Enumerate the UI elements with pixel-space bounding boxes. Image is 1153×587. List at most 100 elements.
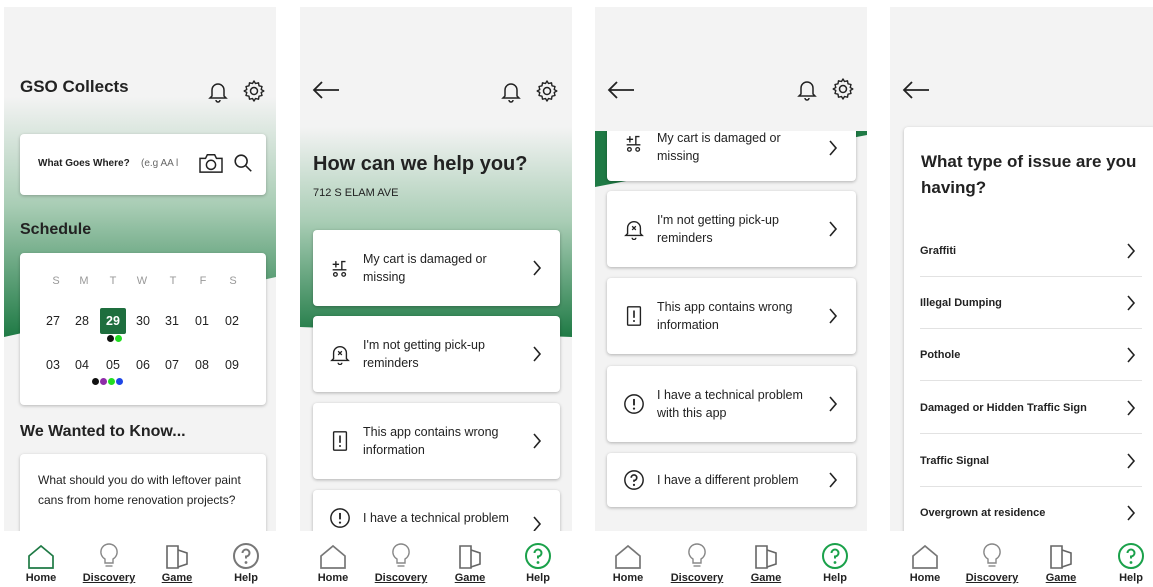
weekday-label: T — [169, 275, 177, 287]
bell-icon[interactable] — [795, 77, 819, 101]
cart-icon — [329, 257, 351, 279]
game-icon — [1048, 544, 1074, 570]
chevron-right-icon — [532, 516, 542, 532]
calendar-day[interactable]: 28 — [70, 314, 94, 328]
help-option-reminders[interactable]: I'm not getting pick-up reminders — [607, 191, 856, 267]
cart-icon — [623, 132, 645, 154]
chevron-right-icon — [1126, 400, 1136, 416]
nav-game[interactable]: Game — [147, 544, 207, 584]
calendar-day[interactable]: 27 — [41, 314, 65, 328]
calendar-day[interactable]: 02 — [220, 314, 244, 328]
help-option-label: I have a different problem — [657, 473, 799, 487]
issue-graffiti[interactable]: Graffiti — [920, 225, 1142, 277]
issue-pothole[interactable]: Pothole — [920, 329, 1142, 381]
nav-home[interactable]: Home — [303, 544, 363, 584]
chevron-right-icon — [828, 221, 838, 237]
calendar-day[interactable]: 31 — [160, 314, 184, 328]
gear-icon[interactable] — [831, 77, 855, 101]
calendar-day[interactable]: 08 — [190, 358, 214, 372]
help-option-label: I have a technical problem — [363, 511, 509, 525]
nav-discovery[interactable]: Discovery — [371, 542, 431, 584]
page-title: What type of issue are you having? — [921, 152, 1137, 197]
nav-discovery-label: Discovery — [670, 572, 724, 584]
header-bar — [595, 7, 867, 131]
nav-game-label: Game — [750, 572, 782, 584]
issue-traffic-sign[interactable]: Damaged or Hidden Traffic Sign — [920, 382, 1142, 434]
nav-help[interactable]: Help — [1101, 542, 1153, 584]
bell-icon[interactable] — [499, 79, 523, 103]
bell-icon[interactable] — [206, 79, 230, 103]
back-arrow-icon[interactable] — [902, 80, 930, 100]
issue-traffic-signal[interactable]: Traffic Signal — [920, 435, 1142, 487]
help-option-technical[interactable]: I have a technical problem with this app — [607, 366, 856, 442]
search-icon[interactable] — [232, 152, 254, 174]
help-option-label: My cart is damaged or missing — [363, 252, 487, 284]
gear-icon[interactable] — [535, 79, 559, 103]
nav-game[interactable]: Game — [1031, 544, 1091, 584]
calendar-day[interactable]: 09 — [220, 358, 244, 372]
screen-issue-type: What type of issue are you having? Graff… — [890, 7, 1153, 587]
calendar-day[interactable]: 30 — [131, 314, 155, 328]
weekday-label: T — [109, 275, 117, 287]
alert-circle-icon — [623, 393, 645, 415]
nav-home[interactable]: Home — [598, 544, 658, 584]
weekday-label: S — [52, 275, 60, 287]
chevron-right-icon — [828, 308, 838, 324]
screen-help: How can we help you? 712 S ELAM AVE My c… — [300, 7, 572, 587]
bottom-nav: Home Discovery Game Help — [890, 531, 1153, 587]
nav-discovery-label: Discovery — [82, 572, 136, 584]
nav-help-label: Help — [1119, 572, 1143, 584]
nav-discovery[interactable]: Discovery — [962, 542, 1022, 584]
help-option-wrong-info[interactable]: This app contains wrong information — [313, 403, 560, 479]
calendar-day-selected[interactable]: 29 — [101, 314, 125, 328]
calendar-day[interactable]: 06 — [131, 358, 155, 372]
nav-help[interactable]: Help — [805, 542, 865, 584]
help-icon — [524, 542, 552, 570]
help-option-reminders[interactable]: I'm not getting pick-up reminders — [313, 316, 560, 392]
nav-discovery[interactable]: Discovery — [79, 542, 139, 584]
nav-home[interactable]: Home — [11, 544, 71, 584]
pickup-dot-black — [92, 378, 99, 385]
issue-illegal-dumping[interactable]: Illegal Dumping — [920, 277, 1142, 329]
issue-label: Illegal Dumping — [920, 296, 1002, 309]
issue-label: Damaged or Hidden Traffic Sign — [920, 401, 1087, 414]
calendar-day[interactable]: 05 — [101, 358, 125, 372]
calendar-day[interactable]: 04 — [70, 358, 94, 372]
alert-circle-icon — [329, 507, 351, 529]
calendar-day[interactable]: 07 — [160, 358, 184, 372]
lightbulb-icon — [980, 542, 1004, 570]
nav-discovery[interactable]: Discovery — [667, 542, 727, 584]
nav-game[interactable]: Game — [440, 544, 500, 584]
help-option-cart[interactable]: My cart is damaged or missing — [313, 230, 560, 306]
screen-help-scrolled: My cart is damaged or missing I'm not ge… — [595, 7, 867, 587]
help-option-wrong-info[interactable]: This app contains wrong information — [607, 278, 856, 354]
nav-help[interactable]: Help — [216, 542, 276, 584]
nav-game[interactable]: Game — [736, 544, 796, 584]
help-icon — [1117, 542, 1145, 570]
help-option-label: I have a technical problem with this app — [657, 388, 803, 420]
chevron-right-icon — [828, 140, 838, 156]
calendar-day[interactable]: 03 — [41, 358, 65, 372]
nav-help-label: Help — [234, 572, 258, 584]
back-arrow-icon[interactable] — [312, 80, 340, 100]
nav-help[interactable]: Help — [508, 542, 568, 584]
issue-label: Overgrown at residence — [920, 507, 1046, 519]
help-icon — [821, 542, 849, 570]
calendar-day[interactable]: 01 — [190, 314, 214, 328]
camera-icon[interactable] — [198, 152, 224, 174]
chevron-right-icon — [1126, 243, 1136, 259]
gear-icon[interactable] — [242, 79, 266, 103]
nav-discovery-label: Discovery — [374, 572, 428, 584]
search-card[interactable]: What Goes Where? (e.g AA l — [20, 134, 266, 195]
weekday-label: S — [229, 275, 237, 287]
question-text: What should you do with leftover paint c… — [38, 473, 241, 507]
pickup-dot-green — [108, 378, 115, 385]
chevron-right-icon — [828, 472, 838, 488]
weekday-label: W — [136, 275, 148, 287]
game-icon — [457, 544, 483, 570]
nav-home[interactable]: Home — [895, 544, 955, 584]
help-option-label: This app contains wrong information — [657, 300, 793, 332]
bell-x-icon — [623, 218, 645, 240]
back-arrow-icon[interactable] — [607, 80, 635, 100]
help-option-other[interactable]: I have a different problem — [607, 453, 856, 507]
